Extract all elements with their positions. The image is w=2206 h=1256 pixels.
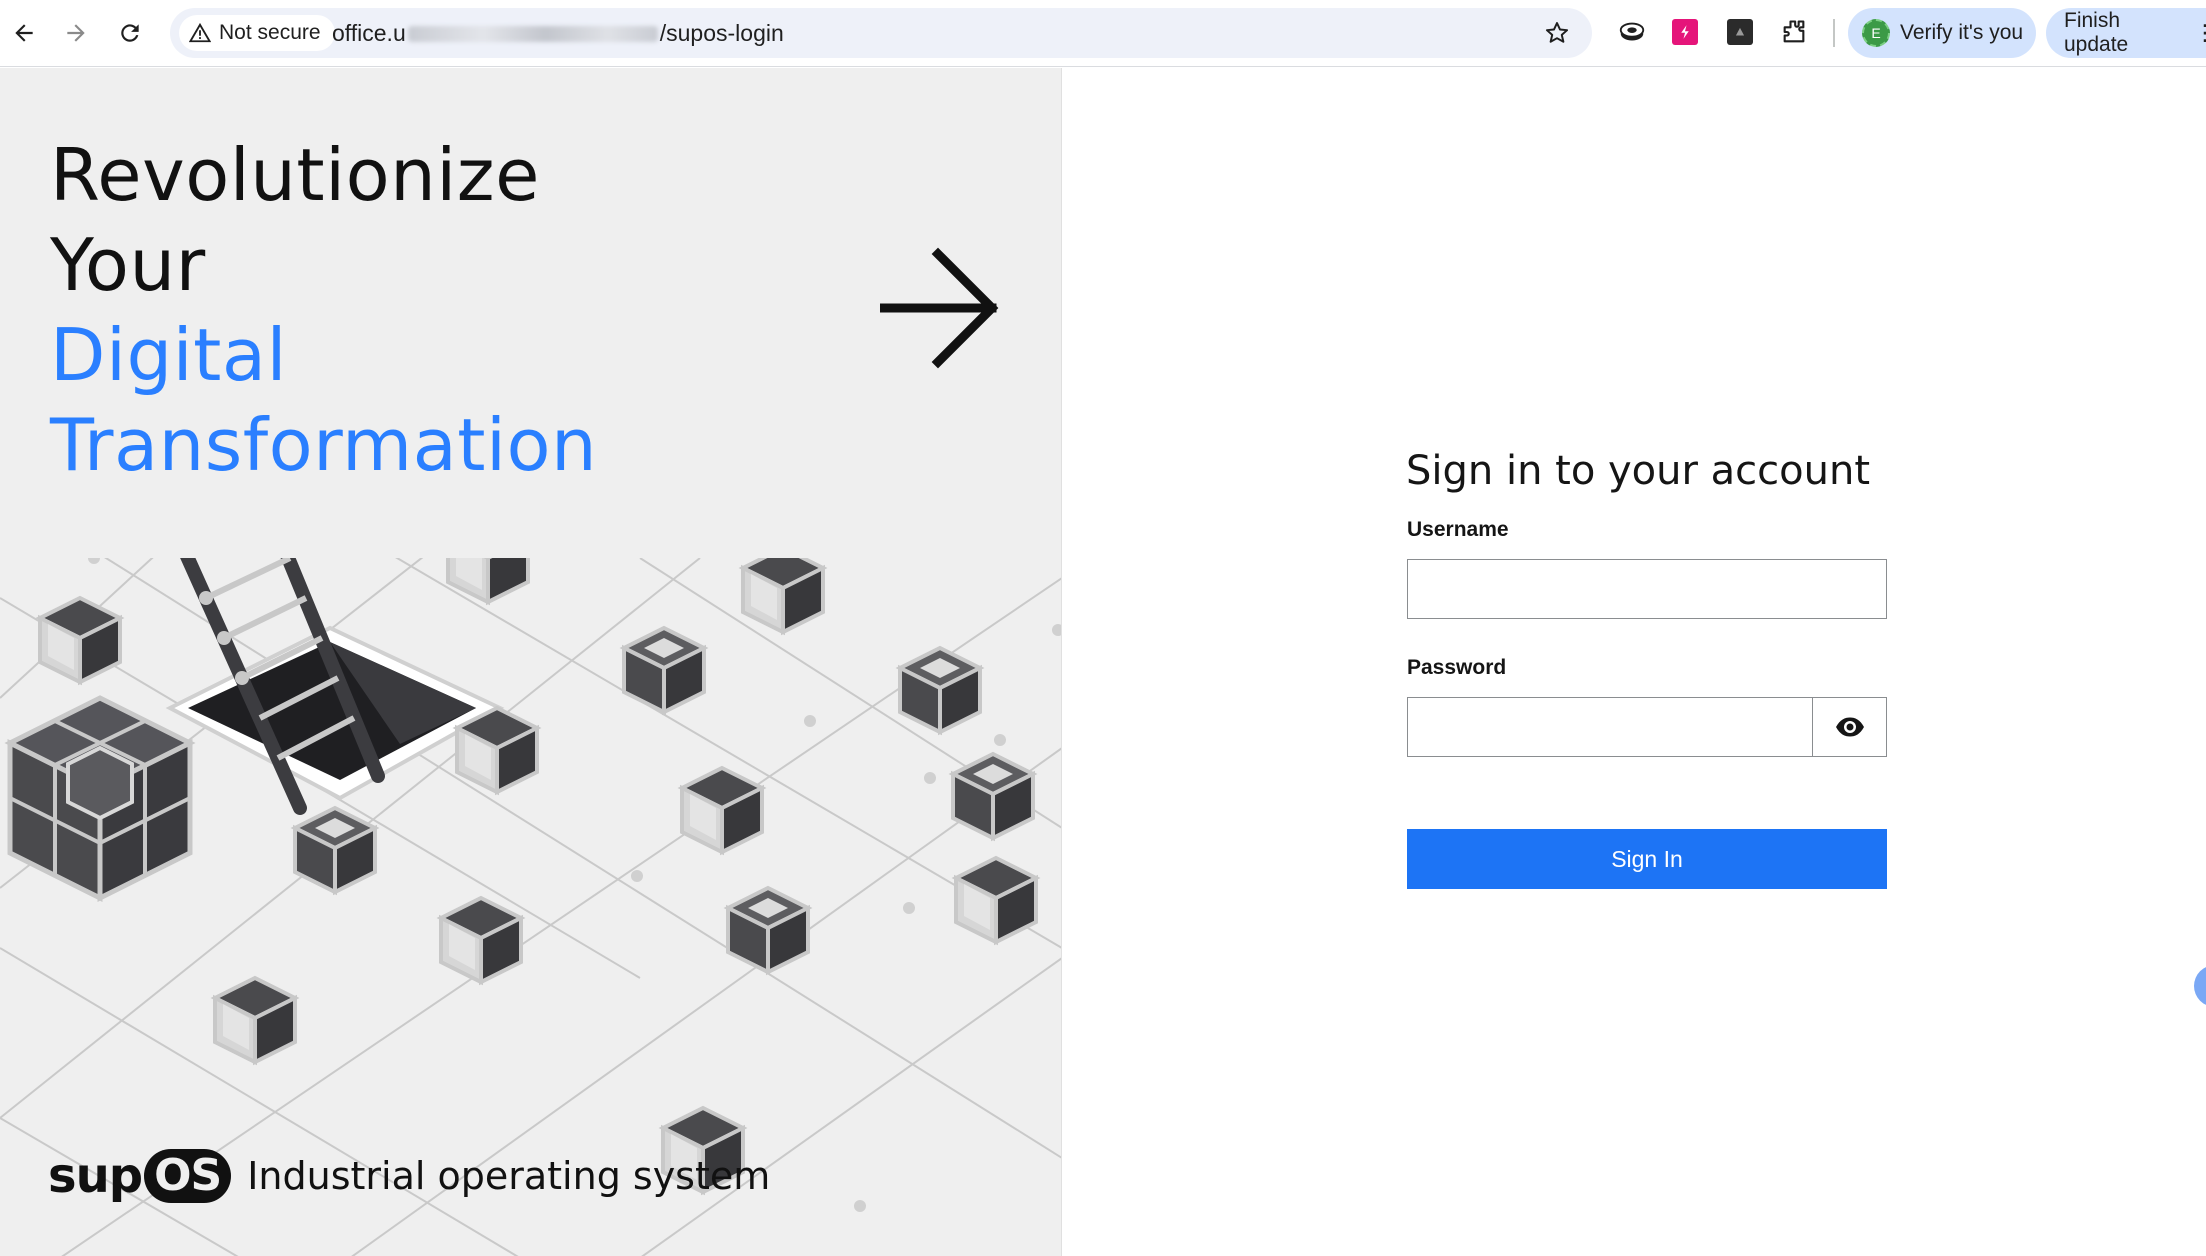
browser-toolbar: Not secure office.u /supos-login E Verif… (0, 0, 2206, 67)
back-arrow-icon (15, 24, 33, 42)
login-title: Sign in to your account (1406, 448, 1871, 494)
url-prefix: office.u (332, 20, 406, 46)
update-label: Finish update (2064, 9, 2129, 56)
reload-icon (121, 24, 139, 42)
verify-label: Verify it's you (1900, 21, 2024, 44)
hero-line-4: Transformation (50, 403, 598, 487)
back-button[interactable] (4, 13, 44, 53)
floating-assistant-bubble[interactable] (2194, 965, 2206, 1007)
supos-logo: sup OS (48, 1148, 232, 1204)
brand-tagline: Industrial operating system (247, 1154, 771, 1198)
eye-icon (1835, 717, 1864, 737)
star-icon[interactable] (1544, 20, 1570, 46)
security-label: Not secure (219, 21, 321, 44)
username-label: Username (1407, 518, 1509, 541)
brand-footer: sup OS Industrial operating system (48, 1148, 770, 1204)
hero-headline: Revolutionize Your Digital Transformatio… (50, 130, 597, 490)
supos-logo-text: sup (48, 1148, 143, 1204)
url-redacted (407, 25, 658, 42)
password-input[interactable] (1407, 697, 1813, 757)
verify-button[interactable]: E Verify it's you (1848, 8, 2036, 58)
more-icon[interactable]: ⋮ (2194, 22, 2206, 44)
password-label: Password (1407, 656, 1507, 679)
profile-avatar: E (1862, 19, 1890, 47)
username-input[interactable] (1407, 559, 1887, 619)
hero-line-3: Digital (50, 313, 288, 397)
forward-button[interactable] (56, 13, 96, 53)
extension-disc-icon[interactable] (1616, 16, 1648, 48)
forward-arrow-icon (67, 24, 85, 42)
warning-icon (189, 22, 211, 43)
supos-logo-badge: OS (144, 1149, 232, 1203)
puzzle-icon[interactable] (1778, 16, 1810, 48)
hero-line-2: Your (50, 223, 206, 307)
finish-update-button[interactable]: Finish update ⋮ (2046, 8, 2206, 58)
toolbar-divider (1833, 19, 1835, 47)
right-arrow-icon (880, 247, 999, 369)
show-password-button[interactable] (1812, 697, 1887, 757)
sign-in-button[interactable]: Sign In (1407, 829, 1887, 889)
hero-panel: Revolutionize Your Digital Transformatio… (0, 68, 1062, 1256)
extension-pink-icon[interactable] (1672, 19, 1698, 45)
url-text[interactable]: office.u /supos-login (332, 20, 784, 47)
extension-dark-icon[interactable] (1727, 19, 1753, 45)
reload-button[interactable] (110, 13, 150, 53)
address-bar[interactable]: Not secure office.u /supos-login (170, 8, 1592, 58)
security-indicator[interactable]: Not secure (179, 15, 335, 51)
hero-line-1: Revolutionize (50, 133, 540, 217)
url-suffix: /supos-login (659, 20, 784, 46)
